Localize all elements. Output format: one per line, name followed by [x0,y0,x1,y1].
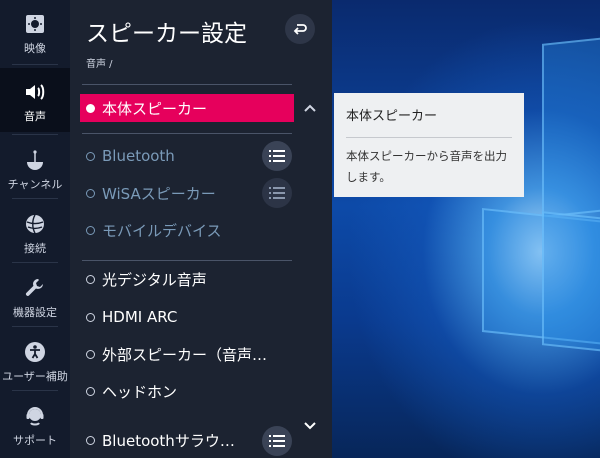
sidebar-item-picture[interactable]: 映像 [0,0,70,62]
option-hdmi-arc[interactable]: HDMI ARC [80,303,294,331]
option-built-in-speaker[interactable]: 本体スピーカー [80,94,294,122]
radio-indicator [86,274,95,284]
wrench-icon [25,279,43,296]
radio-indicator [86,386,95,396]
radio-indicator [86,349,95,359]
sidebar-item-channel[interactable]: チャンネル [0,136,70,198]
tooltip-body: 本体スピーカーから音声を出力します。 [346,149,507,184]
radio-indicator [86,188,95,198]
bluetooth-surround-list-button[interactable] [262,426,292,456]
divider [12,198,58,199]
radio-indicator [86,435,95,445]
option-bluetooth-surround[interactable]: Bluetoothサラウ… [80,426,260,454]
sidebar-item-network[interactable]: 接続 [0,200,70,262]
option-label: 光デジタル音声 [102,270,207,289]
divider [12,64,58,65]
sidebar-item-label: 映像 [24,42,46,55]
wallpaper-window-pane [542,36,600,218]
tooltip-title: 本体スピーカー [346,109,438,124]
divider [12,326,58,327]
chevron-down-icon[interactable] [302,418,318,434]
radio-indicator [86,103,95,113]
sidebar-item-label: チャンネル [7,178,63,191]
divider [12,134,58,135]
list-icon [269,150,285,162]
radio-indicator [86,151,95,161]
option-label: ヘッドホン [102,382,178,401]
divider [346,137,512,138]
divider [82,133,292,134]
speaker-icon [26,84,45,100]
speaker-settings-panel: スピーカー設定 音声 / 本体スピーカー Bluetooth WiSAスピーカー [70,0,332,458]
wallpaper-window-pane [542,211,600,353]
option-description-tooltip: 本体スピーカー 本体スピーカーから音声を出力します。 [334,93,524,197]
option-headphones[interactable]: ヘッドホン [80,377,294,405]
sidebar-item-label: 接続 [24,242,46,255]
accessibility-icon [25,342,45,362]
sidebar-item-support[interactable]: サポート [0,392,70,454]
sidebar-item-label: ユーザー補助 [2,370,68,383]
divider [12,262,58,263]
list-icon [269,187,285,199]
divider [12,390,58,391]
option-label: 外部スピーカー（音声… [102,345,268,364]
option-optical-digital[interactable]: 光デジタル音声 [80,265,294,293]
breadcrumb: 音声 / [86,59,113,70]
option-label: 本体スピーカー [102,99,208,118]
divider [82,84,292,85]
option-label: Bluetoothサラウ… [102,431,235,450]
sidebar-item-sound[interactable]: 音声 [0,68,70,132]
back-button[interactable] [285,14,315,44]
option-label: Bluetooth [102,147,175,165]
chevron-up-icon[interactable] [302,100,318,116]
sidebar-item-label: サポート [13,434,57,447]
option-label: WiSAスピーカー [102,184,216,203]
option-external-speaker[interactable]: 外部スピーカー（音声… [80,340,294,368]
radio-indicator [86,225,95,235]
support-headset-icon [26,407,44,426]
list-icon [269,435,285,447]
wisa-device-list-button[interactable] [262,178,292,208]
option-label: モバイルデバイス [102,221,222,240]
sidebar-item-label: 機器設定 [13,306,57,319]
bluetooth-device-list-button[interactable] [262,141,292,171]
sidebar-item-device[interactable]: 機器設定 [0,264,70,326]
desktop-wallpaper [332,0,600,458]
settings-category-sidebar: 映像 音声 チャンネル 接続 機器設定 ユーザー補助 サポート [0,0,70,458]
option-mobile-device[interactable]: モバイルデバイス [80,216,294,244]
radio-indicator [86,312,95,322]
back-arrow-icon [293,24,307,35]
option-label: HDMI ARC [102,308,178,326]
page-title: スピーカー設定 [86,21,247,47]
divider [82,260,292,261]
sidebar-item-label: 音声 [24,110,46,123]
satellite-dish-icon [27,150,43,170]
globe-icon [26,214,44,234]
sidebar-item-accessibility[interactable]: ユーザー補助 [0,328,70,390]
picture-icon [26,15,44,33]
